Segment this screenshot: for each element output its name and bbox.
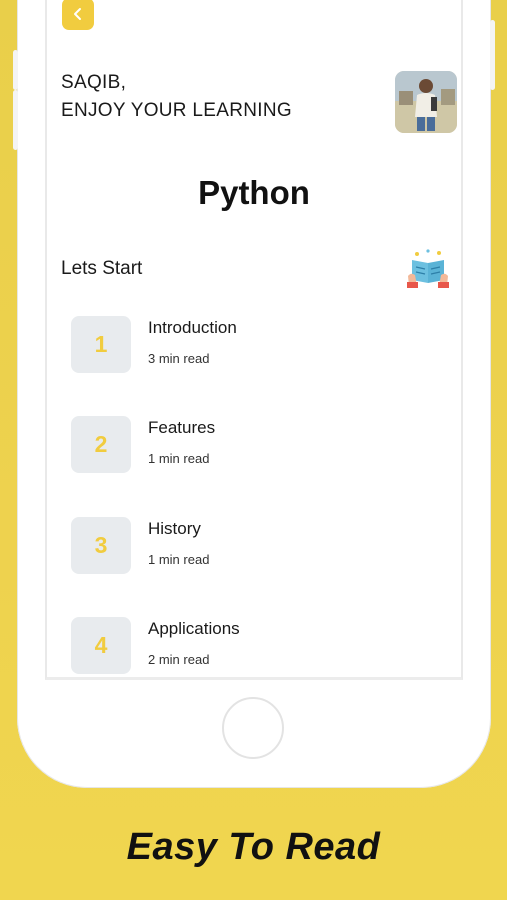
avatar[interactable] bbox=[395, 71, 457, 133]
lesson-title: Applications bbox=[148, 619, 240, 638]
promo-caption: Easy To Read bbox=[126, 826, 381, 868]
lesson-number: 1 bbox=[71, 316, 131, 373]
lesson-item-2[interactable]: 2 Features 1 min read bbox=[71, 416, 441, 476]
lesson-item-1[interactable]: 1 Introduction 3 min read bbox=[71, 316, 441, 376]
greeting-message: ENJOY YOUR LEARNING bbox=[61, 100, 292, 121]
greeting-name: SAQIB, bbox=[61, 72, 127, 93]
phone-side-button bbox=[13, 50, 18, 90]
course-title: Python bbox=[198, 174, 310, 211]
back-arrow-icon bbox=[74, 8, 81, 20]
back-button[interactable] bbox=[62, 0, 94, 30]
home-button-icon[interactable] bbox=[222, 697, 284, 759]
avatar-photo bbox=[395, 71, 457, 133]
lesson-title: Features bbox=[148, 418, 216, 437]
lesson-item-4[interactable]: 4 Applications 2 min read bbox=[71, 617, 441, 677]
book-reading-icon bbox=[407, 248, 449, 288]
lesson-read-time: 1 min read bbox=[148, 451, 210, 466]
section-label: Lets Start bbox=[61, 258, 143, 279]
app-screen: SAQIB, ENJOY YOUR LEARNING Python Lets S… bbox=[45, 0, 463, 680]
lesson-number: 2 bbox=[71, 416, 131, 473]
lesson-read-time: 2 min read bbox=[148, 652, 210, 667]
lesson-read-time: 1 min read bbox=[148, 552, 210, 567]
lesson-number: 4 bbox=[71, 617, 131, 674]
greeting: SAQIB, ENJOY YOUR LEARNING bbox=[61, 69, 292, 125]
lesson-number: 3 bbox=[71, 517, 131, 574]
lesson-title: History bbox=[148, 519, 201, 538]
phone-volume-button bbox=[13, 90, 18, 150]
lesson-title: Introduction bbox=[148, 318, 237, 337]
lesson-read-time: 3 min read bbox=[148, 351, 210, 366]
lesson-item-3[interactable]: 3 History 1 min read bbox=[71, 517, 441, 577]
phone-power-button bbox=[490, 20, 495, 90]
